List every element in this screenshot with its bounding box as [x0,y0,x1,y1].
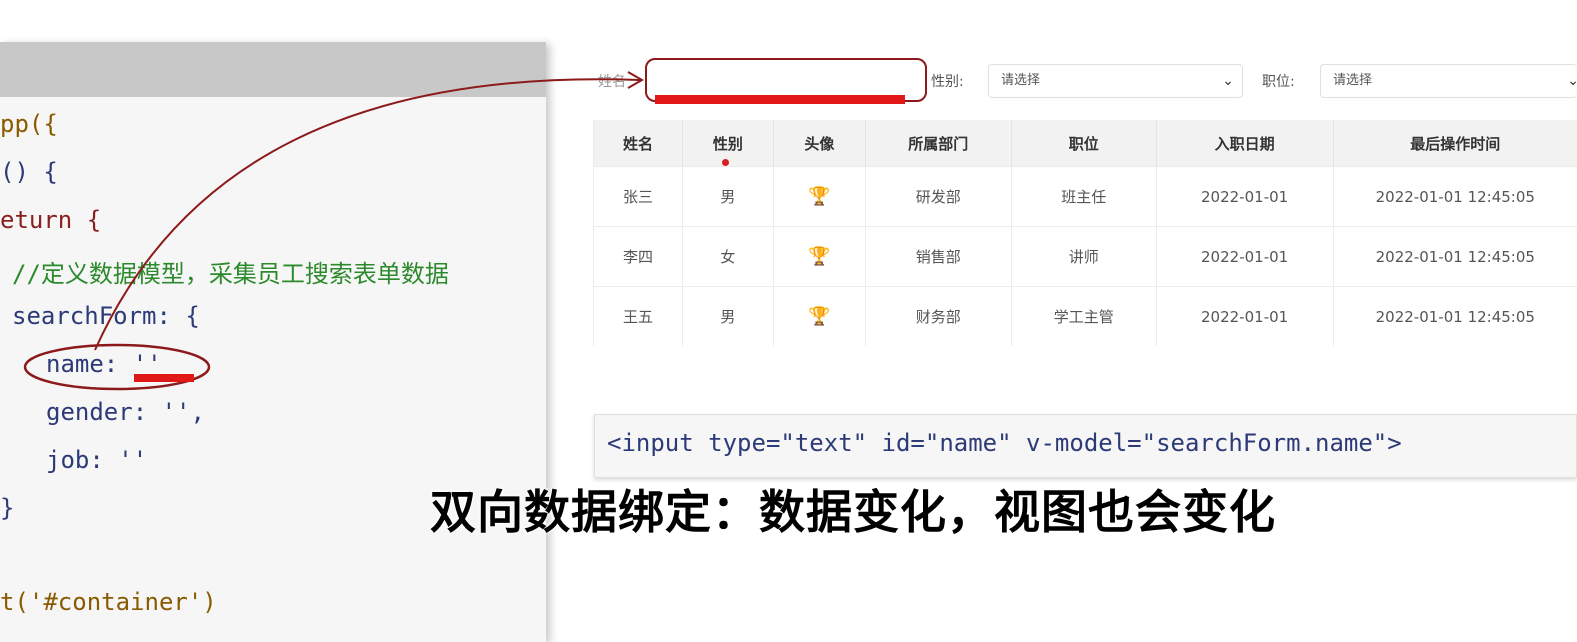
cell-updated: 2022-01-01 12:45:05 [1333,166,1577,227]
code-line-name: name: '' [46,350,162,378]
cell-entry-date: 2022-01-01 [1156,226,1334,287]
arrow-head-icon [627,71,645,89]
table-row: 李四 女 🏆 销售部 讲师 2022-01-01 2022-01-01 12:4… [593,226,1577,287]
column-header-avatar: 头像 [773,120,866,167]
code-line-close-brace: } [0,494,15,522]
cell-job: 学工主管 [1011,286,1157,346]
avatar-icon: 🏆 [808,186,831,207]
cell-department: 销售部 [865,226,1012,287]
cell-updated: 2022-01-01 12:45:05 [1333,226,1577,287]
job-select-value: 请选择 [1333,73,1373,88]
gender-select-value: 请选择 [1001,73,1041,88]
cell-gender: 男 [682,166,774,227]
cell-avatar: 🏆 [773,226,866,287]
name-label: 姓名 [598,74,626,90]
cell-gender: 女 [682,226,774,287]
code-comment: //定义数据模型，采集员工搜索表单数据 [12,260,449,288]
cell-gender: 男 [682,286,774,346]
code-snippet-text: <input type="text" id="name" v-model="se… [607,429,1402,457]
code-line-1: pp({ [0,110,58,138]
cell-updated: 2022-01-01 12:45:05 [1333,286,1577,346]
cell-name: 王五 [593,286,683,346]
cell-department: 研发部 [865,166,1012,227]
chevron-down-icon: ⌄ [1567,73,1577,89]
column-header-updated: 最后操作时间 [1333,120,1577,167]
table-row: 王五 男 🏆 财务部 学工主管 2022-01-01 2022-01-01 12… [593,286,1577,346]
job-label: 职位: [1262,74,1295,90]
code-line-2: () { [0,158,58,186]
chevron-down-icon: ⌄ [1222,73,1234,89]
avatar-icon: 🏆 [808,246,831,267]
cell-avatar: 🏆 [773,166,866,227]
code-line-3: eturn { [0,206,102,234]
column-header-job: 职位 [1011,120,1157,167]
code-editor-header [0,42,546,97]
code-line-gender: gender: '', [46,398,205,426]
code-snippet-box: <input type="text" id="name" v-model="se… [594,414,1577,478]
avatar-icon: 🏆 [808,306,831,327]
column-header-department: 所属部门 [865,120,1012,167]
code-line-searchform: searchForm: { [12,302,200,330]
cell-job: 讲师 [1011,226,1157,287]
cell-entry-date: 2022-01-01 [1156,166,1334,227]
cell-name: 李四 [593,226,683,287]
column-header-entry-date: 入职日期 [1156,120,1334,167]
column-header-name: 姓名 [593,120,683,167]
gender-select[interactable]: 请选择 ⌄ [988,64,1243,98]
cell-job: 班主任 [1011,166,1157,227]
employee-table: 姓名 性别 头像 所属部门 职位 入职日期 最后操作时间 张三 男 🏆 研发部 … [593,120,1577,346]
code-line-mount: t('#container') [0,588,217,616]
cell-department: 财务部 [865,286,1012,346]
table-row: 张三 男 🏆 研发部 班主任 2022-01-01 2022-01-01 12:… [593,166,1577,227]
table-header-row: 姓名 性别 头像 所属部门 职位 入职日期 最后操作时间 [593,120,1577,167]
cell-entry-date: 2022-01-01 [1156,286,1334,346]
subtitle-caption: 双向数据绑定：数据变化，视图也会变化 [430,485,1276,539]
cell-name: 张三 [593,166,683,227]
name-input-highlight [655,95,905,104]
code-editor-panel: pp({ () { eturn { //定义数据模型，采集员工搜索表单数据 se… [0,42,546,642]
code-line-job: job: '' [46,446,148,474]
cell-avatar: 🏆 [773,286,866,346]
job-select[interactable]: 请选择 ⌄ [1320,64,1577,98]
gender-label: 性别: [931,74,964,90]
highlight-dot [722,159,729,166]
